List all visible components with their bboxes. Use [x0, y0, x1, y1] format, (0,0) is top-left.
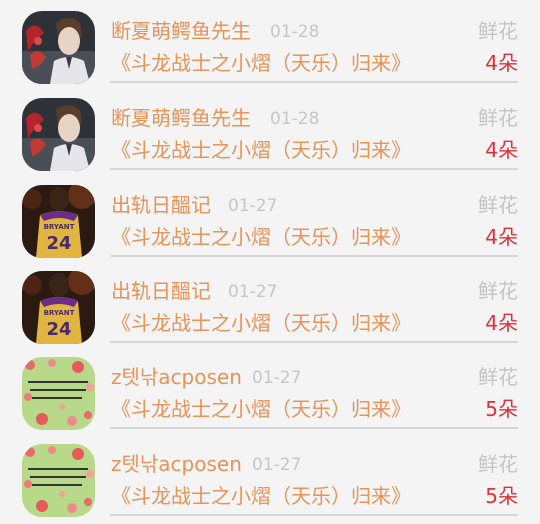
gift-count: 5朵 [485, 397, 518, 421]
row-divider [110, 255, 518, 257]
gift-record-row[interactable]: BRYANT 24 出轨日醞记 01-27 鲜花 《斗龙战士之小熠（天乐）归来》… [0, 174, 540, 260]
book-title-link[interactable]: 《斗龙战士之小熠（天乐）归来》 [111, 482, 411, 510]
floral-text-avatar[interactable] [22, 444, 95, 517]
gift-type-label: 鲜花 [478, 279, 518, 303]
gift-type-label: 鲜花 [478, 193, 518, 217]
book-title-link[interactable]: 《斗龙战士之小熠（天乐）归来》 [111, 223, 411, 251]
book-title-link[interactable]: 《斗龙战士之小熠（天乐）归来》 [111, 49, 411, 77]
gift-record-list: 断夏萌鳄鱼先生 01-28 鲜花 《斗龙战士之小熠（天乐）归来》 4朵 断夏萌鳄… [0, 0, 540, 524]
svg-text:24: 24 [46, 319, 71, 340]
row-divider [110, 81, 518, 83]
basketball-jersey-avatar[interactable]: BRYANT 24 [22, 185, 95, 258]
gift-record-row[interactable]: 断夏萌鳄鱼先生 01-28 鲜花 《斗龙战士之小熠（天乐）归来》 4朵 [0, 0, 540, 86]
basketball-jersey-avatar[interactable]: BRYANT 24 [22, 271, 95, 344]
gift-type-label: 鲜花 [478, 106, 518, 130]
book-title-link[interactable]: 《斗龙战士之小熠（天乐）归来》 [111, 136, 411, 164]
row-divider [110, 427, 518, 429]
gift-count: 4朵 [485, 225, 518, 249]
sender-name[interactable]: z텟낚acposen [111, 364, 242, 390]
gift-date: 01-28 [270, 22, 320, 42]
svg-text:BRYANT: BRYANT [44, 309, 75, 317]
boy-portrait-avatar[interactable] [22, 98, 95, 171]
gift-record-row[interactable]: z텟낚acposen 01-27 鲜花 《斗龙战士之小熠（天乐）归来》 5朵 [0, 346, 540, 432]
gift-type-label: 鲜花 [478, 452, 518, 476]
gift-count: 4朵 [485, 311, 518, 335]
sender-name[interactable]: 出轨日醞记 [111, 192, 211, 218]
gift-record-row[interactable]: BRYANT 24 出轨日醞记 01-27 鲜花 《斗龙战士之小熠（天乐）归来》… [0, 260, 540, 346]
book-title-link[interactable]: 《斗龙战士之小熠（天乐）归来》 [111, 309, 411, 337]
gift-date: 01-28 [270, 109, 320, 129]
floral-text-avatar[interactable] [22, 357, 95, 430]
sender-name[interactable]: 断夏萌鳄鱼先生 [111, 18, 251, 44]
svg-text:BRYANT: BRYANT [44, 223, 75, 231]
gift-count: 5朵 [485, 484, 518, 508]
row-divider [110, 514, 518, 516]
boy-portrait-avatar[interactable] [22, 11, 95, 84]
gift-date: 01-27 [228, 196, 278, 216]
row-divider [110, 168, 518, 170]
book-title-link[interactable]: 《斗龙战士之小熠（天乐）归来》 [111, 395, 411, 423]
gift-date: 01-27 [228, 282, 278, 302]
gift-date: 01-27 [252, 455, 302, 475]
svg-text:24: 24 [46, 233, 71, 254]
sender-name[interactable]: 断夏萌鳄鱼先生 [111, 105, 251, 131]
gift-type-label: 鲜花 [478, 365, 518, 389]
gift-date: 01-27 [252, 368, 302, 388]
row-divider [110, 341, 518, 343]
gift-type-label: 鲜花 [478, 19, 518, 43]
sender-name[interactable]: 出轨日醞记 [111, 278, 211, 304]
gift-count: 4朵 [485, 51, 518, 75]
sender-name[interactable]: z텟낚acposen [111, 451, 242, 477]
gift-record-row[interactable]: 断夏萌鳄鱼先生 01-28 鲜花 《斗龙战士之小熠（天乐）归来》 4朵 [0, 87, 540, 173]
gift-count: 4朵 [485, 138, 518, 162]
gift-record-row[interactable]: z텟낚acposen 01-27 鲜花 《斗龙战士之小熠（天乐）归来》 5朵 [0, 433, 540, 519]
